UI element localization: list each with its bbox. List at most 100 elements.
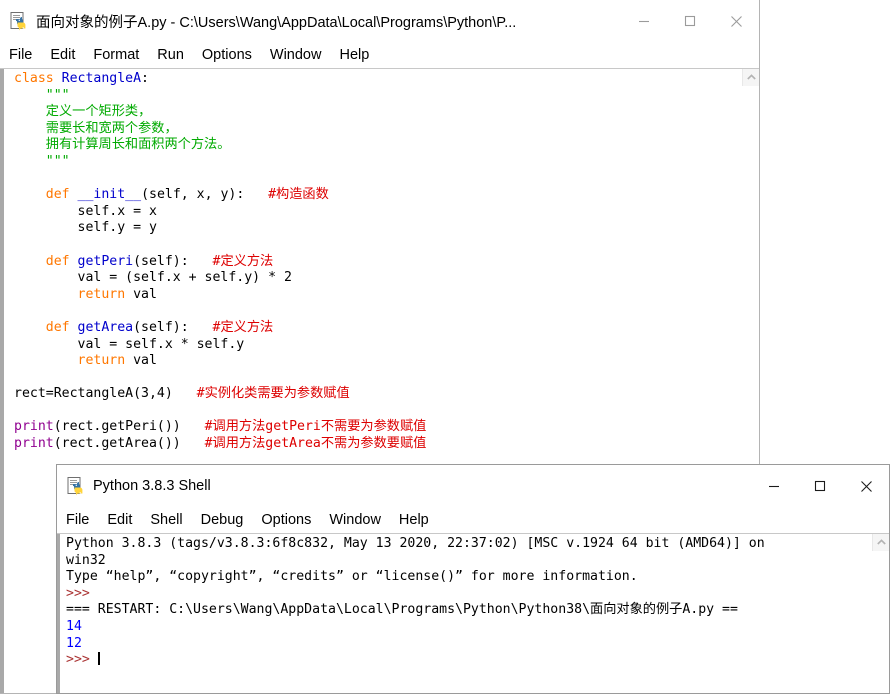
editor-line: return val bbox=[14, 353, 741, 370]
shell-menu-help[interactable]: Help bbox=[399, 512, 438, 528]
shell-token: >>> bbox=[66, 585, 98, 601]
editor-token: getPeri bbox=[77, 253, 134, 269]
editor-token: (self, x, y): bbox=[141, 187, 269, 203]
shell-line: 14 bbox=[66, 619, 871, 636]
editor-title-text: 面向对象的例子A.py - C:\Users\Wang\AppData\Loca… bbox=[36, 14, 517, 31]
minimize-icon[interactable] bbox=[751, 465, 797, 507]
editor-token: 拥有计算周长和面积两个方法。 bbox=[14, 137, 231, 153]
editor-line: class RectangleA: bbox=[14, 71, 741, 88]
editor-token: def bbox=[14, 253, 78, 269]
shell-window: Python 3.8.3 Shell File Edit Shell Debug Opt… bbox=[56, 464, 890, 694]
editor-token: rect=RectangleA(3,4) bbox=[14, 386, 197, 402]
chevron-up-icon[interactable] bbox=[743, 69, 759, 86]
editor-menu-run[interactable]: Run bbox=[157, 47, 193, 63]
shell-line: === RESTART: C:\Users\Wang\AppData\Local… bbox=[66, 602, 871, 619]
editor-token: __init__ bbox=[77, 187, 142, 203]
editor-token: class bbox=[14, 71, 62, 86]
shell-line: >>> bbox=[66, 652, 871, 669]
shell-line: Python 3.8.3 (tags/v3.8.3:6f8c832, May 1… bbox=[66, 536, 871, 553]
editor-token: print bbox=[14, 419, 54, 435]
editor-token: val = self.x * self.y bbox=[14, 336, 245, 352]
shell-menu-edit[interactable]: Edit bbox=[107, 512, 141, 528]
python-idle-icon bbox=[66, 476, 86, 496]
editor-token: #定义方法 bbox=[212, 253, 274, 269]
editor-token: self.x = x bbox=[14, 203, 157, 219]
editor-line: def __init__(self, x, y): #构造函数 bbox=[14, 187, 741, 204]
shell-token: win32 bbox=[66, 552, 106, 568]
editor-token: getArea bbox=[77, 319, 134, 335]
python-idle-icon bbox=[9, 11, 29, 31]
editor-token: val bbox=[133, 353, 157, 369]
editor-line: return val bbox=[14, 287, 741, 304]
shell-menu-debug[interactable]: Debug bbox=[201, 512, 253, 528]
editor-token: #调用方法getArea不需为参数要赋值 bbox=[204, 436, 427, 452]
editor-line: def getArea(self): #定义方法 bbox=[14, 320, 741, 337]
editor-menu-options[interactable]: Options bbox=[202, 47, 261, 63]
editor-token: RectangleA bbox=[61, 71, 142, 86]
editor-token bbox=[14, 287, 78, 302]
editor-token: print bbox=[14, 436, 54, 452]
editor-menu-help[interactable]: Help bbox=[339, 47, 378, 63]
editor-token: def bbox=[14, 319, 78, 335]
shell-menu-file[interactable]: File bbox=[66, 512, 98, 528]
close-icon[interactable] bbox=[713, 0, 759, 42]
shell-menu-shell[interactable]: Shell bbox=[150, 512, 191, 528]
editor-line: val = self.x * self.y bbox=[14, 337, 741, 354]
editor-token: 定义一个矩形类， bbox=[14, 104, 152, 120]
editor-menu-edit[interactable]: Edit bbox=[50, 47, 84, 63]
editor-titlebar[interactable]: 面向对象的例子A.py - C:\Users\Wang\AppData\Loca… bbox=[0, 0, 759, 42]
shell-token: Type “help”, “copyright”, “credits” or “… bbox=[66, 569, 638, 585]
shell-body: Python 3.8.3 (tags/v3.8.3:6f8c832, May 1… bbox=[57, 533, 889, 693]
maximize-icon[interactable] bbox=[667, 0, 713, 42]
shell-titlebar[interactable]: Python 3.8.3 Shell bbox=[57, 465, 889, 507]
shell-token: Python 3.8.3 (tags/v3.8.3:6f8c832, May 1… bbox=[66, 536, 765, 551]
shell-token: 12 bbox=[66, 635, 82, 651]
text-caret bbox=[97, 652, 100, 666]
editor-menubar: File Edit Format Run Options Window Help bbox=[0, 42, 759, 68]
editor-line: self.x = x bbox=[14, 204, 741, 221]
editor-token: 需要长和宽两个参数， bbox=[14, 120, 178, 136]
editor-menu-window[interactable]: Window bbox=[270, 47, 331, 63]
editor-line: 需要长和宽两个参数， bbox=[14, 121, 741, 138]
close-icon[interactable] bbox=[843, 465, 889, 507]
editor-token: def bbox=[14, 187, 78, 203]
editor-line: """ bbox=[14, 88, 741, 105]
shell-menu-options[interactable]: Options bbox=[261, 512, 320, 528]
editor-line: rect=RectangleA(3,4) #实例化类需要为参数赋值 bbox=[14, 386, 741, 403]
editor-token: #调用方法getPeri不需要为参数赋值 bbox=[204, 419, 427, 435]
editor-token: (self): bbox=[133, 319, 213, 335]
editor-token: self.y = y bbox=[14, 220, 157, 236]
shell-title-text: Python 3.8.3 Shell bbox=[93, 478, 211, 494]
shell-menu-window[interactable]: Window bbox=[329, 512, 390, 528]
editor-line: """ bbox=[14, 154, 741, 171]
editor-token bbox=[14, 353, 78, 368]
shell-line: win32 bbox=[66, 553, 871, 570]
editor-line: 定义一个矩形类， bbox=[14, 104, 741, 121]
editor-token: return bbox=[77, 353, 134, 369]
editor-token: #实例化类需要为参数赋值 bbox=[196, 386, 350, 402]
editor-menu-file[interactable]: File bbox=[9, 47, 41, 63]
editor-menu-format[interactable]: Format bbox=[93, 47, 148, 63]
editor-line: def getPeri(self): #定义方法 bbox=[14, 254, 741, 271]
editor-token: #构造函数 bbox=[268, 187, 329, 203]
editor-line: print(rect.getArea()) #调用方法getArea不需为参数要… bbox=[14, 436, 741, 453]
chevron-up-icon[interactable] bbox=[873, 534, 889, 551]
editor-token: """ bbox=[14, 153, 70, 169]
editor-token: #定义方法 bbox=[212, 319, 274, 335]
shell-output-area[interactable]: Python 3.8.3 (tags/v3.8.3:6f8c832, May 1… bbox=[57, 534, 871, 693]
editor-window-controls bbox=[621, 0, 759, 42]
shell-scrollbar[interactable] bbox=[872, 534, 889, 551]
editor-line: self.y = y bbox=[14, 220, 741, 237]
shell-menubar: File Edit Shell Debug Options Window Help bbox=[57, 507, 889, 533]
shell-line: Type “help”, “copyright”, “credits” or “… bbox=[66, 569, 871, 586]
shell-window-controls bbox=[751, 465, 889, 507]
editor-line: val = (self.x + self.y) * 2 bbox=[14, 270, 741, 287]
editor-scrollbar[interactable] bbox=[742, 69, 759, 86]
minimize-icon[interactable] bbox=[621, 0, 667, 42]
maximize-icon[interactable] bbox=[797, 465, 843, 507]
shell-token: === RESTART: C:\Users\Wang\AppData\Local… bbox=[66, 602, 738, 618]
